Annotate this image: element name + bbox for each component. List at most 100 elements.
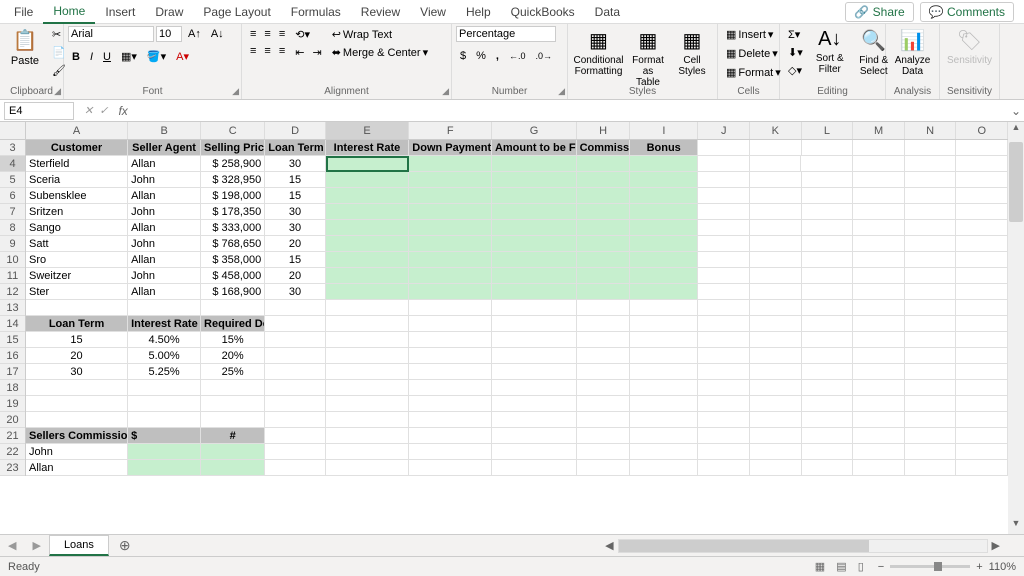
cell[interactable] (26, 380, 128, 396)
cell[interactable] (409, 364, 492, 380)
cell[interactable] (750, 460, 802, 476)
row-4[interactable]: 4 (0, 156, 25, 172)
cell[interactable] (409, 444, 492, 460)
cell[interactable] (492, 172, 577, 188)
cell[interactable] (956, 252, 1008, 268)
cell[interactable] (492, 396, 577, 412)
cell[interactable]: Allan (128, 252, 201, 268)
cell[interactable] (265, 428, 325, 444)
cell[interactable] (492, 444, 577, 460)
row-12[interactable]: 12 (0, 284, 25, 300)
menu-review[interactable]: Review (351, 1, 410, 23)
cell[interactable] (409, 396, 492, 412)
cell[interactable] (750, 204, 802, 220)
italic-button[interactable]: I (86, 48, 97, 65)
cell[interactable] (802, 460, 854, 476)
cell[interactable] (853, 252, 905, 268)
cell[interactable] (698, 284, 750, 300)
cell[interactable]: 20% (201, 348, 265, 364)
cell[interactable] (326, 188, 410, 204)
cell[interactable] (905, 364, 957, 380)
cell[interactable]: Allan (128, 188, 201, 204)
indent-dec-button[interactable]: ⇤ (291, 44, 308, 61)
row-19[interactable]: 19 (0, 396, 25, 412)
zoom-in-button[interactable]: + (976, 561, 982, 573)
menu-view[interactable]: View (410, 1, 456, 23)
cell[interactable] (492, 188, 577, 204)
cell[interactable] (577, 268, 631, 284)
row-18[interactable]: 18 (0, 380, 25, 396)
menu-draw[interactable]: Draw (145, 1, 193, 23)
cell[interactable]: Loan Term (265, 140, 325, 156)
menu-page-layout[interactable]: Page Layout (193, 1, 280, 23)
cell[interactable] (326, 252, 410, 268)
cell[interactable] (128, 460, 201, 476)
cell[interactable] (750, 316, 802, 332)
row-21[interactable]: 21 (0, 428, 25, 444)
hscroll-left-icon[interactable]: ◀ (601, 539, 617, 552)
cell[interactable]: Ster (26, 284, 128, 300)
cell[interactable] (326, 444, 410, 460)
cell[interactable]: $ 168,900 (201, 284, 265, 300)
cell[interactable] (698, 204, 750, 220)
cell[interactable] (630, 188, 698, 204)
scroll-up-icon[interactable]: ▲ (1008, 122, 1024, 138)
cell[interactable] (750, 380, 802, 396)
cell[interactable] (698, 236, 750, 252)
cell[interactable] (409, 220, 492, 236)
cell[interactable] (905, 268, 957, 284)
cell[interactable] (698, 188, 750, 204)
cell[interactable]: $ 198,000 (201, 188, 265, 204)
formula-expand-button[interactable]: ⌄ (1008, 104, 1024, 118)
cell[interactable] (630, 316, 698, 332)
col-I[interactable]: I (630, 122, 698, 139)
cell[interactable] (956, 188, 1008, 204)
hscroll-right-icon[interactable]: ▶ (988, 539, 1004, 552)
col-H[interactable]: H (577, 122, 631, 139)
cell[interactable] (128, 380, 201, 396)
cell[interactable] (265, 396, 325, 412)
cell[interactable] (630, 380, 698, 396)
cell[interactable] (128, 412, 201, 428)
cell[interactable] (802, 396, 854, 412)
row-23[interactable]: 23 (0, 460, 25, 476)
view-page-break-button[interactable]: ▯ (854, 561, 868, 573)
hscroll-thumb[interactable] (619, 540, 869, 552)
cell[interactable]: Allan (26, 460, 128, 476)
cell[interactable] (201, 412, 265, 428)
cell[interactable]: Required Down Pmt (201, 316, 265, 332)
cell[interactable]: $ 258,900 (201, 156, 265, 172)
cell[interactable]: Commiss ion (577, 140, 631, 156)
increase-decimal-button[interactable]: ←.0 (505, 48, 530, 64)
cell[interactable] (326, 284, 410, 300)
cell[interactable] (201, 460, 265, 476)
cell[interactable]: $ 328,950 (201, 172, 265, 188)
comma-button[interactable]: , (492, 48, 503, 64)
cells-insert-button[interactable]: ▦ Insert ▾ (722, 26, 777, 43)
cell[interactable] (265, 300, 325, 316)
cell[interactable] (698, 460, 750, 476)
align-right-button[interactable]: ≡ (275, 43, 289, 59)
add-sheet-button[interactable]: ⊕ (109, 537, 141, 554)
menu-data2[interactable]: Data (585, 1, 630, 23)
cell[interactable]: $ 333,000 (201, 220, 265, 236)
cell[interactable]: 20 (26, 348, 128, 364)
underline-button[interactable]: U (99, 48, 115, 65)
cell[interactable] (956, 172, 1008, 188)
cell[interactable]: 15% (201, 332, 265, 348)
row-6[interactable]: 6 (0, 188, 25, 204)
autosum-button[interactable]: Σ▾ (784, 26, 807, 43)
align-top-button[interactable]: ≡ (246, 26, 260, 42)
row-9[interactable]: 9 (0, 236, 25, 252)
hscroll-track[interactable] (618, 539, 988, 553)
cell[interactable] (750, 300, 802, 316)
cell[interactable] (802, 300, 854, 316)
cell[interactable]: John (128, 172, 201, 188)
cell[interactable] (853, 268, 905, 284)
cell[interactable] (750, 364, 802, 380)
cell[interactable] (630, 428, 698, 444)
cell[interactable] (201, 396, 265, 412)
cell[interactable]: Down Payment (409, 140, 492, 156)
cell[interactable] (853, 348, 905, 364)
align-bottom-button[interactable]: ≡ (275, 26, 289, 42)
